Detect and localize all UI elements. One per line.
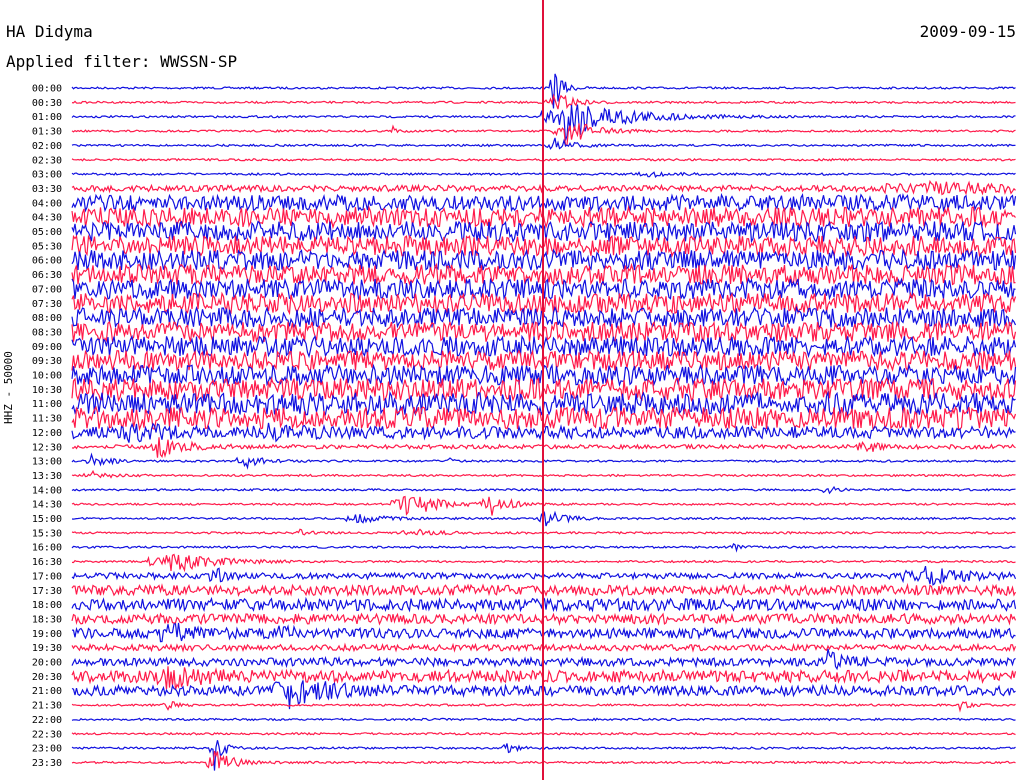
time-label: 05:00: [32, 227, 62, 238]
time-label: 13:00: [32, 457, 62, 468]
time-label: 20:00: [32, 658, 62, 669]
time-label: 01:00: [32, 112, 62, 123]
time-label: 12:30: [32, 442, 62, 453]
time-label: 02:30: [32, 155, 62, 166]
time-label: 06:30: [32, 270, 62, 281]
time-label: 21:00: [32, 686, 62, 697]
time-label: 20:30: [32, 672, 62, 683]
time-label: 14:30: [32, 500, 62, 511]
time-label: 03:00: [32, 170, 62, 181]
time-label: 02:00: [32, 141, 62, 152]
time-label: 00:00: [32, 84, 62, 95]
time-label: 15:30: [32, 528, 62, 539]
time-label: 03:30: [32, 184, 62, 195]
time-label: 09:00: [32, 342, 62, 353]
time-label: 07:00: [32, 284, 62, 295]
time-label: 10:30: [32, 385, 62, 396]
time-label: 19:00: [32, 629, 62, 640]
time-label: 23:30: [32, 758, 62, 769]
time-label: 12:00: [32, 428, 62, 439]
time-label: 06:00: [32, 256, 62, 267]
time-label: 09:30: [32, 356, 62, 367]
time-label: 14:00: [32, 485, 62, 496]
time-label: 08:30: [32, 327, 62, 338]
time-label: 07:30: [32, 299, 62, 310]
time-label: 22:00: [32, 715, 62, 726]
time-label: 16:00: [32, 543, 62, 554]
time-label: 16:30: [32, 557, 62, 568]
seismogram-plot: 00:00 00:30 01:00 01:30 02:00 02:30 03:00 03:30…: [32, 0, 1017, 780]
time-label: 18:30: [32, 614, 62, 625]
time-label: 04:00: [32, 198, 62, 209]
time-label: 04:30: [32, 213, 62, 224]
time-label: 17:00: [32, 571, 62, 582]
time-label: 08:00: [32, 313, 62, 324]
time-label: 05:30: [32, 241, 62, 252]
time-label: 11:30: [32, 414, 62, 425]
time-label: 11:00: [32, 399, 62, 410]
time-label: 22:30: [32, 729, 62, 740]
time-label: 17:30: [32, 586, 62, 597]
time-label: 00:30: [32, 98, 62, 109]
time-label: 23:00: [32, 744, 62, 755]
time-label: 21:30: [32, 701, 62, 712]
time-label: 01:30: [32, 127, 62, 138]
time-label: 15:00: [32, 514, 62, 525]
time-label: 19:30: [32, 643, 62, 654]
time-label: 13:30: [32, 471, 62, 482]
time-label: 18:00: [32, 600, 62, 611]
time-label: 10:00: [32, 371, 62, 382]
